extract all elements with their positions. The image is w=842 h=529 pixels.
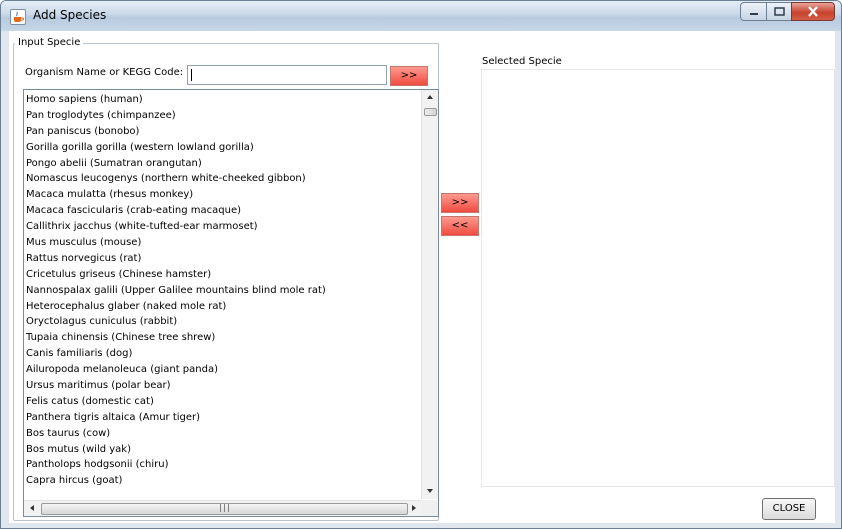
- scroll-right-arrow-icon[interactable]: [412, 505, 416, 511]
- list-item[interactable]: Gorilla gorilla gorilla (western lowland…: [25, 140, 421, 156]
- input-specie-legend: Input Specie: [15, 37, 84, 48]
- organism-list-items: Homo sapiens (human) Pan troglodytes (chi…: [25, 92, 421, 489]
- horizontal-scroll-thumb[interactable]: ∣∣∣: [41, 503, 408, 515]
- list-item[interactable]: Bos mutus (wild yak): [25, 442, 421, 458]
- organism-list[interactable]: Homo sapiens (human) Pan troglodytes (chi…: [23, 89, 439, 517]
- minimize-icon: [749, 12, 758, 15]
- search-add-button[interactable]: >>: [390, 66, 428, 86]
- list-item[interactable]: Nomascus leucogenys (northern white-chee…: [25, 171, 421, 187]
- title-bar[interactable]: Add Species: [1, 1, 841, 31]
- list-item[interactable]: Pantholops hodgsonii (chiru): [25, 457, 421, 473]
- list-item[interactable]: Panthera tigris altaica (Amur tiger): [25, 410, 421, 426]
- scroll-up-arrow-icon[interactable]: [427, 95, 433, 99]
- list-item[interactable]: Pongo abelii (Sumatran orangutan): [25, 156, 421, 172]
- window-controls: [740, 2, 835, 22]
- text-caret: [191, 69, 192, 81]
- selected-specie-label: Selected Specie: [482, 56, 562, 67]
- list-item[interactable]: Mus musculus (mouse): [25, 235, 421, 251]
- minimize-button[interactable]: [740, 2, 767, 21]
- list-item[interactable]: Nannospalax galili (Upper Galilee mounta…: [25, 283, 421, 299]
- maximize-button[interactable]: [766, 2, 792, 21]
- list-item[interactable]: Ailuropoda melanoleuca (giant panda): [25, 362, 421, 378]
- selected-specie-list[interactable]: [481, 69, 835, 487]
- list-item[interactable]: Macaca mulatta (rhesus monkey): [25, 187, 421, 203]
- scroll-corner: [421, 500, 438, 516]
- organism-list-vertical-scrollbar[interactable]: [421, 90, 438, 499]
- list-item[interactable]: Cricetulus griseus (Chinese hamster): [25, 267, 421, 283]
- scroll-down-arrow-icon[interactable]: [427, 489, 433, 493]
- close-button[interactable]: CLOSE: [762, 498, 816, 520]
- list-item[interactable]: Heterocephalus glaber (naked mole rat): [25, 299, 421, 315]
- java-cup-icon: [10, 9, 26, 25]
- maximize-icon: [773, 7, 785, 16]
- add-to-selected-button[interactable]: >>: [441, 193, 479, 213]
- organism-list-horizontal-scrollbar[interactable]: ∣∣∣: [24, 500, 421, 516]
- close-window-button[interactable]: [791, 2, 835, 21]
- list-item[interactable]: Macaca fascicularis (crab-eating macaque…: [25, 203, 421, 219]
- close-icon: [808, 6, 818, 17]
- remove-from-selected-button[interactable]: <<: [441, 216, 479, 236]
- list-item[interactable]: Bos taurus (cow): [25, 426, 421, 442]
- list-item[interactable]: Oryctolagus cuniculus (rabbit): [25, 314, 421, 330]
- organism-search-label: Organism Name or KEGG Code:: [25, 67, 184, 78]
- list-item[interactable]: Rattus norvegicus (rat): [25, 251, 421, 267]
- list-item[interactable]: Tupaia chinensis (Chinese tree shrew): [25, 330, 421, 346]
- list-item[interactable]: Homo sapiens (human): [25, 92, 421, 108]
- organism-search-input[interactable]: [187, 65, 387, 85]
- list-item[interactable]: Felis catus (domestic cat): [25, 394, 421, 410]
- list-item[interactable]: Callithrix jacchus (white-tufted-ear mar…: [25, 219, 421, 235]
- list-item[interactable]: Canis familiaris (dog): [25, 346, 421, 362]
- list-item[interactable]: Pan troglodytes (chimpanzee): [25, 108, 421, 124]
- scroll-left-arrow-icon[interactable]: [30, 505, 34, 511]
- list-item[interactable]: Pan paniscus (bonobo): [25, 124, 421, 140]
- list-item[interactable]: Capra hircus (goat): [25, 473, 421, 489]
- vertical-scroll-thumb[interactable]: [424, 108, 437, 116]
- list-item[interactable]: Ursus maritimus (polar bear): [25, 378, 421, 394]
- add-species-window: Add Species Input Specie Organism Name o…: [0, 0, 842, 529]
- grip-icon: ∣∣∣: [218, 503, 231, 512]
- window-title: Add Species: [33, 8, 107, 22]
